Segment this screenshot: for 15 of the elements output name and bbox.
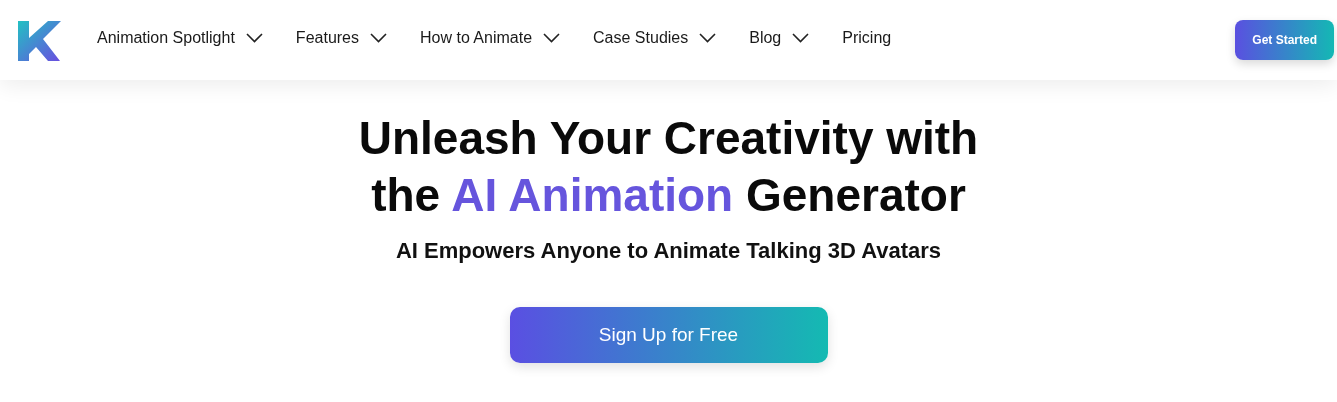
- chevron-down-icon: [245, 33, 263, 43]
- headline: Unleash Your Creativity with the AI Animation Generator: [358, 111, 979, 223]
- get-started-button[interactable]: Get Started: [1235, 20, 1334, 60]
- nav-link[interactable]: Pricing: [842, 29, 892, 47]
- nav-link[interactable]: Animation Spotlight: [97, 29, 263, 47]
- sign-up-button[interactable]: Sign Up for Free: [509, 307, 828, 363]
- nav-link[interactable]: Features: [295, 29, 387, 47]
- chevron-down-icon: [543, 33, 561, 43]
- chevron-down-icon: [792, 33, 810, 43]
- subtitle: AI Empowers Anyone to Animate Talking 3D Avatars: [395, 238, 942, 264]
- chevron-down-icon: [699, 33, 717, 43]
- nav-link[interactable]: Case Studies: [593, 29, 717, 47]
- nav-link[interactable]: Blog: [749, 29, 810, 47]
- chevron-down-icon: [370, 33, 387, 43]
- nav-link[interactable]: How to Animate: [420, 29, 561, 47]
